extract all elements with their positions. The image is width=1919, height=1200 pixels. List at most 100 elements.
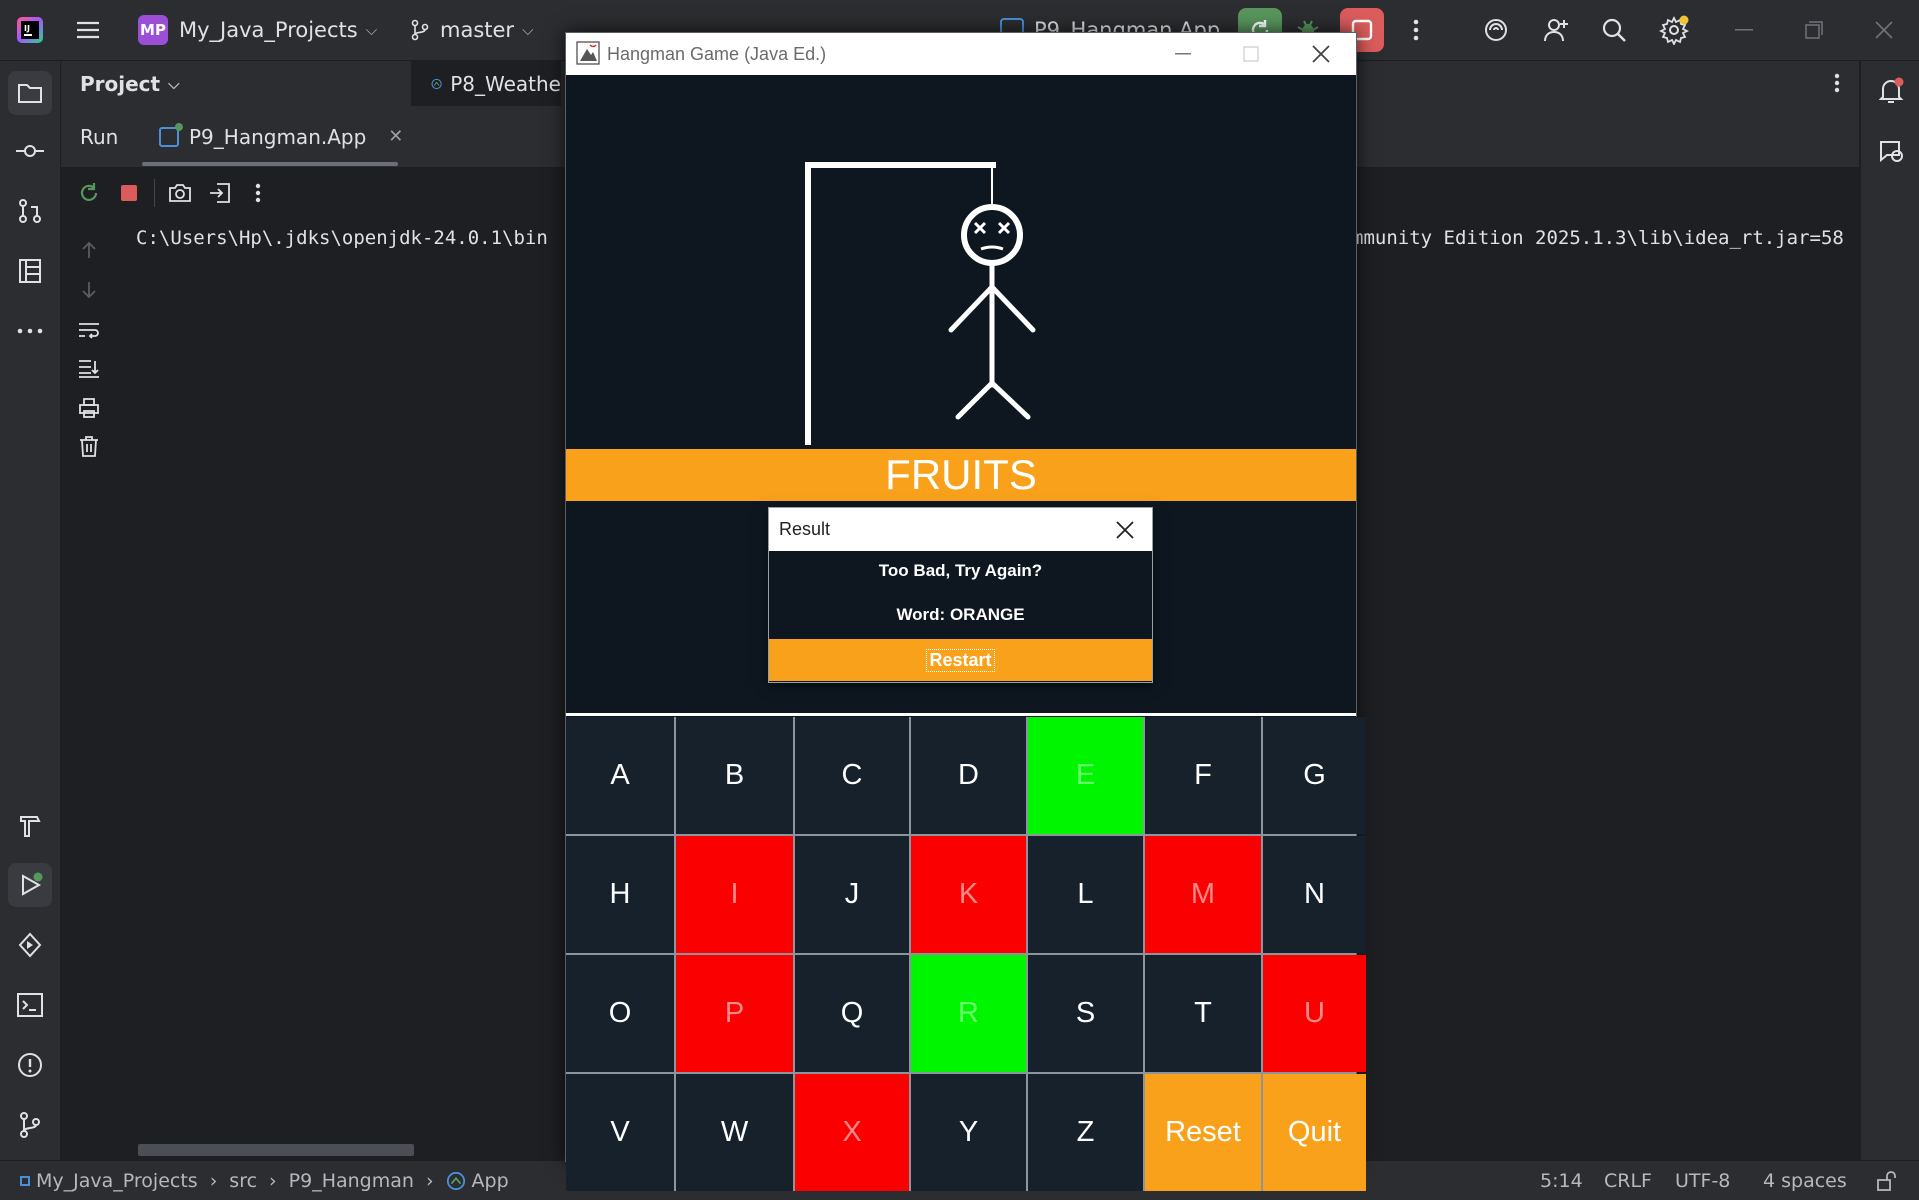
trash-icon[interactable] xyxy=(73,430,105,462)
horizontal-scrollbar[interactable] xyxy=(138,1144,414,1156)
letter-key-b[interactable]: B xyxy=(676,717,793,834)
letter-key-s[interactable]: S xyxy=(1028,955,1143,1072)
close-icon[interactable] xyxy=(1305,39,1337,69)
exit-icon[interactable] xyxy=(204,177,236,209)
letter-key-v[interactable]: V xyxy=(566,1074,674,1191)
game-window-title: Hangman Game (Java Ed.) xyxy=(607,43,827,64)
chevron-down-icon: ⌵ xyxy=(522,21,534,39)
line-ending[interactable]: CRLF xyxy=(1604,1161,1652,1200)
unlock-icon[interactable] xyxy=(1876,1161,1896,1200)
restore-icon[interactable] xyxy=(1798,14,1830,46)
branch-selector[interactable]: master ⌵ xyxy=(410,0,533,60)
letter-key-t[interactable]: T xyxy=(1145,955,1261,1072)
java-app-icon xyxy=(576,41,600,65)
letter-key-a[interactable]: A xyxy=(566,717,674,834)
version-control-icon[interactable] xyxy=(8,1103,52,1147)
letter-key-q[interactable]: Q xyxy=(795,955,909,1072)
close-icon[interactable] xyxy=(1109,514,1141,546)
structure-icon[interactable] xyxy=(8,249,52,293)
reset-button[interactable]: Reset xyxy=(1145,1074,1261,1191)
run-tab-hangman[interactable]: P9_Hangman.App ✕ xyxy=(159,106,403,167)
editor-more-icon[interactable] xyxy=(1821,67,1853,99)
ai-assistant-icon[interactable] xyxy=(1478,12,1514,48)
letter-key-c[interactable]: C xyxy=(795,717,909,834)
build-hammer-icon[interactable] xyxy=(8,803,52,847)
close-window-icon[interactable] xyxy=(1868,14,1900,46)
add-user-icon[interactable] xyxy=(1538,12,1574,48)
letter-key-e[interactable]: E xyxy=(1028,717,1143,834)
settings-gear-icon[interactable] xyxy=(1656,12,1692,48)
letter-key-u[interactable]: U xyxy=(1263,955,1366,1072)
letter-key-k[interactable]: K xyxy=(911,836,1026,953)
letter-key-p[interactable]: P xyxy=(676,955,793,1072)
project-panel-title: Project xyxy=(80,71,161,96)
project-selector[interactable]: MP My_Java_Projects ⌵ xyxy=(138,0,377,60)
category-banner: FRUITS xyxy=(566,449,1356,501)
project-folder-icon[interactable] xyxy=(8,71,52,115)
more-actions-icon[interactable] xyxy=(242,177,274,209)
dialog-title: Result xyxy=(779,519,831,539)
services-icon[interactable] xyxy=(8,923,52,967)
app-class-icon xyxy=(431,78,442,89)
letter-key-h[interactable]: H xyxy=(566,836,674,953)
chevron-right-icon: › xyxy=(269,1169,277,1192)
pull-requests-icon[interactable] xyxy=(8,189,52,233)
minimize-icon[interactable] xyxy=(1728,14,1760,46)
letter-key-y[interactable]: Y xyxy=(911,1074,1026,1191)
more-actions-icon[interactable] xyxy=(1400,14,1432,46)
indent-setting[interactable]: 4 spaces xyxy=(1763,1161,1847,1200)
toolbar-divider xyxy=(154,179,155,207)
letter-key-g[interactable]: G xyxy=(1263,717,1366,834)
project-badge: MP xyxy=(138,15,168,45)
arrow-up-icon[interactable] xyxy=(73,234,105,266)
project-panel-title-button[interactable]: Project ⌵ xyxy=(80,61,179,106)
right-tool-strip xyxy=(1860,61,1919,1173)
quit-button[interactable]: Quit xyxy=(1263,1074,1366,1191)
game-window-titlebar: Hangman Game (Java Ed.) xyxy=(566,33,1356,75)
terminal-icon[interactable] xyxy=(8,983,52,1027)
more-tools-icon[interactable] xyxy=(8,309,52,353)
file-encoding[interactable]: UTF-8 xyxy=(1675,1161,1730,1200)
letter-key-j[interactable]: J xyxy=(795,836,909,953)
gallows xyxy=(805,162,996,445)
run-tool-icon[interactable] xyxy=(8,863,52,907)
result-message: Too Bad, Try Again? xyxy=(878,561,1043,580)
letter-key-m[interactable]: M xyxy=(1145,836,1261,953)
stop-icon[interactable] xyxy=(113,177,145,209)
letter-key-r[interactable]: R xyxy=(911,955,1026,1072)
print-icon[interactable] xyxy=(73,392,105,424)
camera-icon[interactable] xyxy=(164,177,196,209)
dialog-body: Too Bad, Try Again? Word: ORANGE Restart xyxy=(769,551,1152,682)
soft-wrap-icon[interactable] xyxy=(73,314,105,346)
restart-button[interactable]: Restart xyxy=(769,639,1152,681)
arrow-down-icon[interactable] xyxy=(73,274,105,306)
minimize-icon[interactable] xyxy=(1167,39,1199,69)
restart-label: Restart xyxy=(926,648,995,672)
commit-icon[interactable] xyxy=(8,129,52,173)
main-menu-icon[interactable] xyxy=(72,14,104,46)
search-icon[interactable] xyxy=(1596,12,1632,48)
letter-key-l[interactable]: L xyxy=(1028,836,1143,953)
scroll-to-end-icon[interactable] xyxy=(73,352,105,384)
letter-key-d[interactable]: D xyxy=(911,717,1026,834)
letter-key-o[interactable]: O xyxy=(566,955,674,1072)
git-branch-icon xyxy=(411,19,429,41)
letter-key-z[interactable]: Z xyxy=(1028,1074,1143,1191)
ai-chat-icon[interactable] xyxy=(1869,129,1913,173)
letter-key-i[interactable]: I xyxy=(676,836,793,953)
run-side-toolbar xyxy=(61,220,119,1173)
letter-key-x[interactable]: X xyxy=(795,1074,909,1191)
close-tab-icon[interactable]: ✕ xyxy=(388,126,403,147)
breadcrumb-src[interactable]: src xyxy=(229,1170,257,1192)
editor-tab-weather[interactable]: P8_Weathe xyxy=(411,61,561,106)
breadcrumb-project[interactable]: My_Java_Projects xyxy=(36,1170,198,1192)
breadcrumb-package[interactable]: P9_Hangman xyxy=(289,1170,414,1192)
caret-position[interactable]: 5:14 xyxy=(1540,1161,1583,1200)
letter-key-f[interactable]: F xyxy=(1145,717,1261,834)
notifications-bell-icon[interactable] xyxy=(1869,69,1913,113)
letter-key-w[interactable]: W xyxy=(676,1074,793,1191)
rerun-icon[interactable] xyxy=(73,177,105,209)
problems-icon[interactable] xyxy=(8,1043,52,1087)
breadcrumb-class[interactable]: App xyxy=(472,1170,509,1192)
letter-key-n[interactable]: N xyxy=(1263,836,1366,953)
